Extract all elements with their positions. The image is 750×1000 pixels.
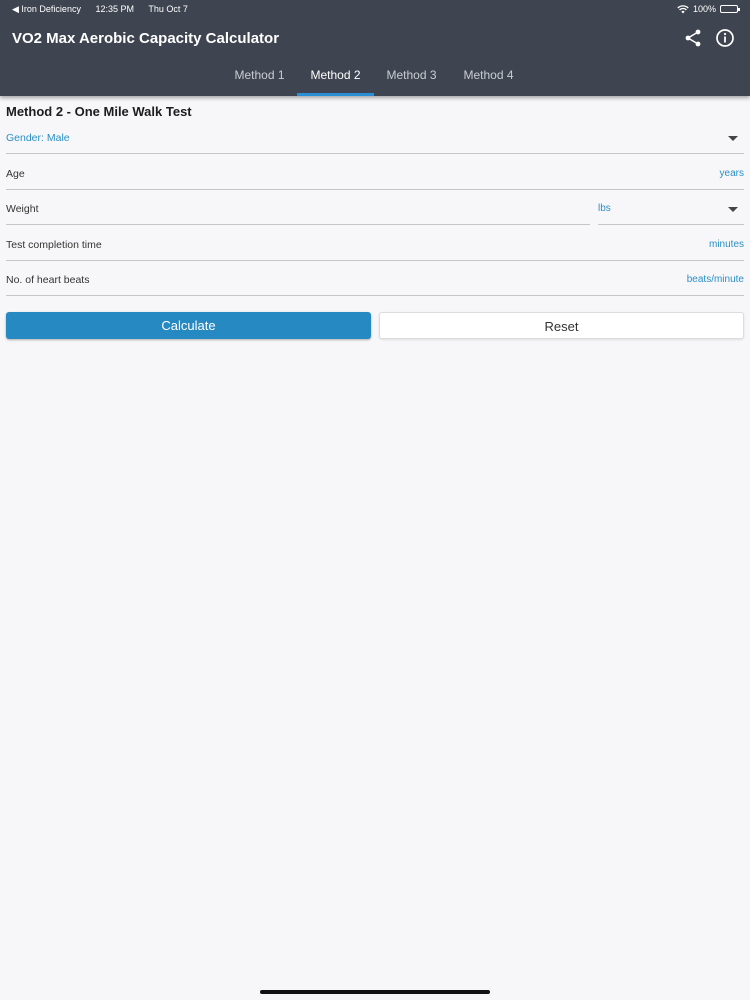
weight-unit-value: lbs <box>598 203 611 214</box>
status-time: 12:35 PM <box>95 4 134 14</box>
tab-method-2[interactable]: Method 2 <box>297 56 374 96</box>
share-icon[interactable] <box>683 28 703 48</box>
section-title: Method 2 - One Mile Walk Test <box>6 104 192 119</box>
tab-method-3[interactable]: Method 3 <box>373 56 450 96</box>
gender-select[interactable]: Gender: Male <box>6 124 744 154</box>
status-left: ◀ Iron Deficiency 12:35 PM Thu Oct 7 <box>12 4 200 15</box>
weight-label: Weight <box>6 203 39 215</box>
status-bar: ◀ Iron Deficiency 12:35 PM Thu Oct 7 100… <box>0 0 750 18</box>
tab-method-1[interactable]: Method 1 <box>221 56 298 96</box>
heart-beats-unit: beats/minute <box>686 274 744 285</box>
chevron-down-icon <box>728 207 738 212</box>
test-time-input[interactable]: Test completion time minutes <box>6 231 744 261</box>
info-icon[interactable] <box>715 28 735 48</box>
page-title: VO2 Max Aerobic Capacity Calculator <box>12 30 280 47</box>
test-time-label: Test completion time <box>6 239 102 251</box>
weight-input[interactable]: Weight <box>6 195 590 225</box>
weight-unit-select[interactable]: lbs <box>598 195 744 225</box>
status-right: 100% <box>677 4 740 14</box>
heart-beats-input[interactable]: No. of heart beats beats/minute <box>6 266 744 296</box>
battery-percent: 100% <box>692 4 716 14</box>
age-label: Age <box>6 168 25 180</box>
home-indicator[interactable] <box>260 990 490 994</box>
gender-value: Gender: Male <box>6 132 70 144</box>
age-input[interactable]: Age years <box>6 160 744 190</box>
calculate-button[interactable]: Calculate <box>6 312 371 339</box>
test-time-unit: minutes <box>708 239 744 250</box>
method-tabs: Method 1 Method 2 Method 3 Method 4 <box>0 56 750 96</box>
tab-method-4[interactable]: Method 4 <box>450 56 527 96</box>
wifi-icon <box>677 4 689 13</box>
battery-icon <box>720 5 740 13</box>
back-to-app-link[interactable]: ◀ Iron Deficiency <box>12 4 81 14</box>
heart-beats-label: No. of heart beats <box>6 274 90 286</box>
chevron-down-icon <box>728 136 738 141</box>
reset-button[interactable]: Reset <box>379 312 744 339</box>
app-header: ◀ Iron Deficiency 12:35 PM Thu Oct 7 100… <box>0 0 750 96</box>
status-date: Thu Oct 7 <box>148 4 188 14</box>
age-unit: years <box>719 168 744 179</box>
